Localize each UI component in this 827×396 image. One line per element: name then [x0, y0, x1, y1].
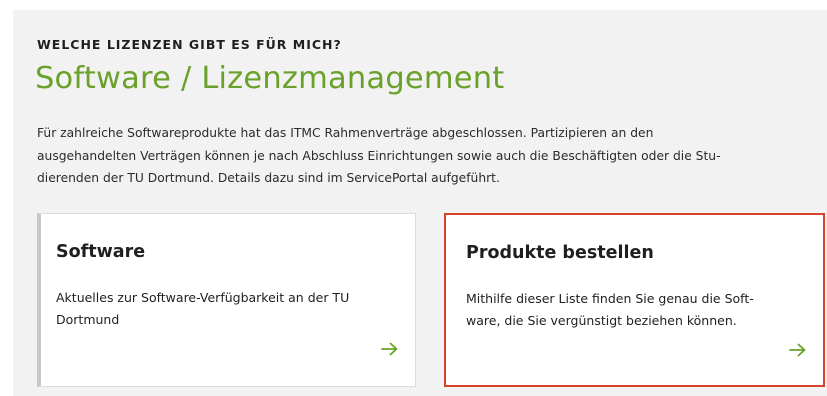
software-card[interactable]: Software Aktuelles zur Software-Verfügba…: [37, 213, 416, 387]
intro-line: dierenden der TU Dortmund. Details dazu …: [37, 171, 500, 185]
order-products-card[interactable]: Produkte bestellen Mithilfe dieser Liste…: [444, 213, 825, 387]
page-title: Software / Lizenzmanagement: [35, 61, 505, 96]
card-description-line: Aktuelles zur Software-Verfügbarkeit an …: [56, 290, 350, 305]
card-description: Aktuelles zur Software-Verfügbarkeit an …: [56, 287, 349, 331]
intro-paragraph: Für zahlreiche Softwareprodukte hat das …: [37, 122, 807, 190]
card-description-line: Dortmund: [56, 312, 120, 327]
arrow-right-icon[interactable]: [789, 343, 807, 357]
card-description-line: Mithilfe dieser Liste finden Sie genau d…: [466, 291, 754, 306]
card-description-line: ware, die Sie vergünstigt beziehen könne…: [466, 313, 737, 328]
section-eyebrow: WELCHE LIZENZEN GIBT ES FÜR MICH?: [37, 37, 342, 52]
card-description: Mithilfe dieser Liste finden Sie genau d…: [466, 288, 754, 332]
intro-line: ausgehandelten Verträgen können je nach …: [37, 148, 721, 163]
intro-line: Für zahlreiche Softwareprodukte hat das …: [37, 126, 654, 140]
card-title: Produkte bestellen: [466, 243, 654, 263]
card-title: Software: [56, 242, 146, 262]
arrow-right-icon[interactable]: [381, 342, 399, 356]
